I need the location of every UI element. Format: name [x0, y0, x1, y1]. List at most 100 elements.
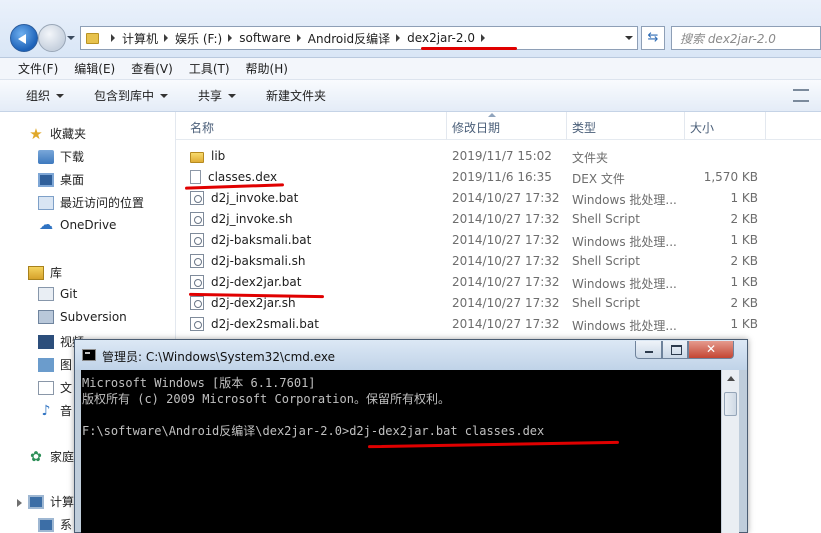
file-type: Windows 批处理...: [572, 277, 677, 291]
nav-item-onedrive[interactable]: ☁ OneDrive: [38, 218, 116, 232]
nav-homegroup[interactable]: ✿ 家庭: [28, 448, 74, 465]
column-name-header[interactable]: 名称: [190, 119, 214, 136]
close-button[interactable]: [688, 341, 734, 359]
file-date: 2019/11/7 15:02: [452, 149, 552, 163]
back-arrow-icon[interactable]: [10, 24, 38, 52]
menu-help[interactable]: 帮助(H): [246, 60, 288, 77]
nav-item-recent[interactable]: 最近访问的位置: [38, 194, 144, 211]
cmd-title-bar[interactable]: 管理员: C:\Windows\System32\cmd.exe: [75, 340, 747, 370]
menu-file[interactable]: 文件(F): [18, 60, 58, 77]
console-output[interactable]: Microsoft Windows [版本 6.1.7601] 版权所有 (c) …: [81, 370, 721, 533]
file-name-cell: d2j-baksmali.bat: [190, 233, 311, 247]
recent-pages-dropdown-icon[interactable]: [67, 36, 75, 40]
file-type: Shell Script: [572, 212, 640, 226]
view-options-icon[interactable]: [793, 89, 809, 102]
nav-favorites[interactable]: ★ 收藏夹: [28, 125, 86, 142]
scroll-up-icon[interactable]: [727, 376, 735, 381]
expand-arrow-icon[interactable]: [17, 499, 22, 507]
table-row[interactable]: d2j-baksmali.sh 2014/10/27 17:32 Shell S…: [176, 251, 821, 272]
chevron-right-icon[interactable]: [396, 34, 401, 42]
nav-label: 收藏夹: [50, 127, 87, 141]
maximize-button[interactable]: [662, 341, 688, 359]
file-name: d2j-baksmali.bat: [211, 233, 312, 247]
column-divider[interactable]: [566, 112, 567, 140]
nav-item-music[interactable]: ♪ 音: [38, 402, 72, 419]
file-name: d2j_invoke.sh: [211, 212, 293, 226]
file-name: d2j-dex2jar.bat: [211, 275, 302, 289]
table-row[interactable]: d2j_invoke.sh 2014/10/27 17:32 Shell Scr…: [176, 209, 821, 230]
table-row[interactable]: lib 2019/11/7 15:02 文件夹: [176, 146, 821, 167]
nav-libraries[interactable]: 库: [28, 264, 62, 281]
organize-button[interactable]: 组织: [26, 87, 65, 104]
nav-label: 桌面: [60, 173, 85, 187]
console-line: 版权所有 (c) 2009 Microsoft Corporation。保留所有…: [82, 392, 450, 406]
nav-item-pictures[interactable]: 图: [38, 356, 72, 373]
nav-item-system-drive[interactable]: 系: [38, 516, 72, 533]
breadcrumb-item-software[interactable]: software: [239, 31, 308, 45]
command-bar: 组织 包含到库中 共享 新建文件夹: [0, 80, 821, 112]
refresh-button[interactable]: ⇆: [641, 26, 665, 50]
column-divider[interactable]: [765, 112, 766, 140]
cmd-window-title: 管理员: C:\Windows\System32\cmd.exe: [102, 350, 335, 364]
menu-view[interactable]: 查看(V): [131, 60, 173, 77]
table-row[interactable]: d2j-dex2jar.bat 2014/10/27 17:32 Windows…: [176, 272, 821, 293]
file-type: 文件夹: [572, 151, 609, 165]
file-date: 2014/10/27 17:32: [452, 254, 560, 268]
file-name-cell: d2j_invoke.bat: [190, 191, 298, 205]
column-divider[interactable]: [684, 112, 685, 140]
shell-script-icon: [190, 212, 204, 226]
address-bar-region: 计算机 娱乐 (F:) software Android反编译 dex2jar-…: [0, 0, 821, 58]
nav-computer[interactable]: 计算: [28, 493, 74, 510]
nav-label: OneDrive: [60, 218, 117, 232]
forward-arrow-icon[interactable]: [38, 24, 66, 52]
share-button[interactable]: 共享: [198, 87, 237, 104]
chevron-right-icon[interactable]: [296, 34, 301, 42]
breadcrumb-item-computer[interactable]: 计算机: [122, 30, 175, 47]
menu-edit[interactable]: 编辑(E): [74, 60, 115, 77]
breadcrumb-label: dex2jar-2.0: [407, 31, 475, 45]
include-in-library-label: 包含到库中: [94, 89, 155, 103]
file-date: 2014/10/27 17:32: [452, 296, 560, 310]
new-folder-button[interactable]: 新建文件夹: [266, 87, 326, 104]
breadcrumb[interactable]: 计算机 娱乐 (F:) software Android反编译 dex2jar-…: [80, 26, 638, 50]
file-type: Windows 批处理...: [572, 319, 677, 333]
annotation-underline: [421, 47, 517, 50]
column-size-header[interactable]: 大小: [690, 119, 714, 136]
breadcrumb-item-android[interactable]: Android反编译: [308, 30, 407, 47]
file-date: 2014/10/27 17:32: [452, 212, 560, 226]
vertical-scrollbar[interactable]: [721, 370, 739, 533]
breadcrumb-item-dex2jar[interactable]: dex2jar-2.0: [407, 31, 492, 45]
nav-label: 下载: [60, 150, 85, 164]
column-type-header[interactable]: 类型: [572, 119, 596, 136]
scrollbar-thumb[interactable]: [724, 392, 737, 416]
file-size: 2 KB: [730, 296, 758, 310]
file-name-cell: lib: [190, 149, 225, 163]
table-row[interactable]: d2j_invoke.bat 2014/10/27 17:32 Windows …: [176, 188, 821, 209]
nav-item-git[interactable]: Git: [38, 287, 77, 301]
column-divider[interactable]: [446, 112, 447, 140]
folder-icon: [190, 151, 204, 163]
nav-label: 音: [60, 404, 73, 418]
chevron-right-icon[interactable]: [164, 34, 169, 42]
nav-item-downloads[interactable]: 下载: [38, 148, 84, 165]
column-date-header[interactable]: 修改日期: [452, 119, 500, 136]
nav-label: Git: [60, 287, 78, 301]
address-history-dropdown-icon[interactable]: [625, 36, 633, 40]
nav-item-subversion[interactable]: Subversion: [38, 310, 127, 324]
table-row[interactable]: d2j-baksmali.bat 2014/10/27 17:32 Window…: [176, 230, 821, 251]
menu-tools[interactable]: 工具(T): [189, 60, 230, 77]
nav-item-documents[interactable]: 文: [38, 379, 72, 396]
file-icon: [190, 170, 201, 184]
include-in-library-button[interactable]: 包含到库中: [94, 87, 169, 104]
chevron-right-icon[interactable]: [228, 34, 233, 42]
picture-library-icon: [38, 357, 54, 372]
search-input[interactable]: 搜索 dex2jar-2.0: [671, 26, 821, 50]
breadcrumb-item-drive[interactable]: 娱乐 (F:): [175, 30, 239, 47]
table-row[interactable]: d2j-dex2smali.bat 2014/10/27 17:32 Windo…: [176, 314, 821, 335]
breadcrumb-separator[interactable]: [105, 34, 122, 42]
nav-item-desktop[interactable]: 桌面: [38, 171, 84, 188]
minimize-button[interactable]: [635, 341, 662, 359]
file-name-cell: d2j-dex2smali.bat: [190, 317, 319, 331]
chevron-right-icon[interactable]: [480, 34, 485, 42]
cmd-window[interactable]: 管理员: C:\Windows\System32\cmd.exe Microso…: [74, 339, 748, 533]
